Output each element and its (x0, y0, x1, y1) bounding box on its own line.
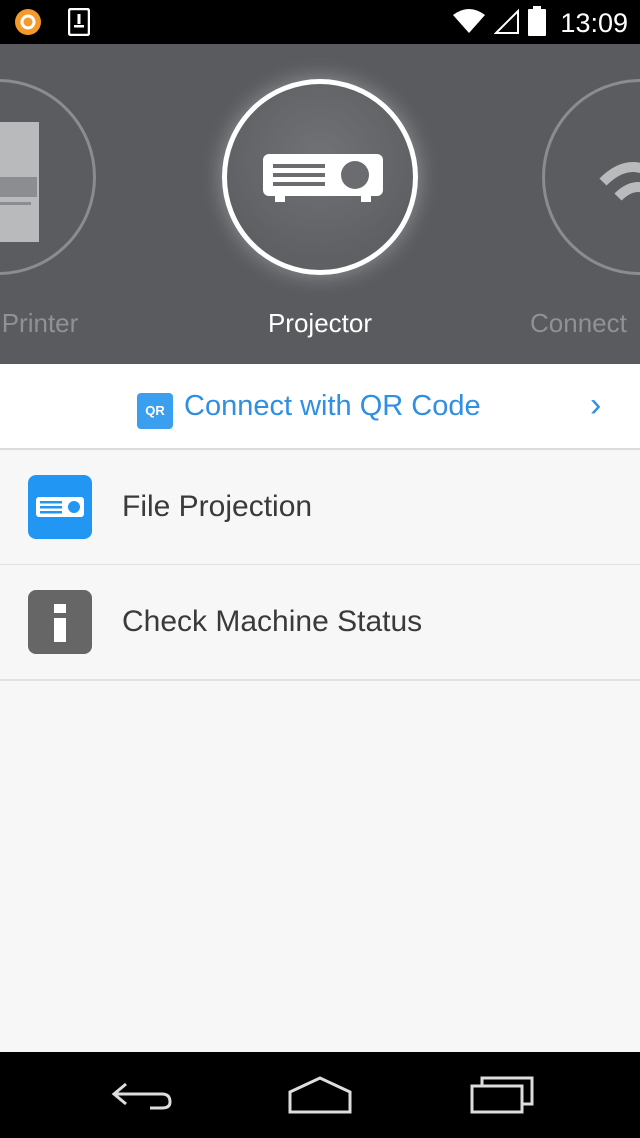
battery-icon (528, 6, 547, 41)
status-bar: 13:09 (0, 0, 640, 44)
chevron-right-icon: › (590, 386, 602, 424)
signal-icon (494, 7, 520, 40)
recent-apps-icon[interactable] (470, 1074, 534, 1119)
navigation-bar (0, 1052, 640, 1138)
printer-button[interactable] (0, 79, 96, 275)
file-projection-item[interactable]: File Projection (0, 450, 640, 566)
projector-button[interactable] (222, 79, 418, 275)
wifi-icon (452, 7, 486, 40)
check-status-label: Check Machine Status (122, 605, 423, 638)
wifi-icon (593, 142, 640, 227)
app-notification-icon (14, 8, 42, 41)
home-icon[interactable] (286, 1074, 354, 1119)
clock: 13:09 (560, 8, 628, 38)
connect-qr-button[interactable]: QR Connect with QR Code › (0, 364, 640, 450)
download-icon (67, 7, 91, 41)
projector-icon (263, 144, 383, 219)
info-icon (28, 590, 92, 654)
qr-code-icon: QR (137, 393, 173, 429)
connect-button[interactable] (542, 79, 640, 275)
device-carousel[interactable]: Printer Projector Connect (0, 44, 640, 364)
connect-qr-label: Connect with QR Code (184, 390, 481, 422)
carousel-label-connect: Connect (530, 308, 627, 338)
carousel-label-projector: Projector (267, 308, 373, 338)
back-icon[interactable] (110, 1074, 174, 1119)
file-projection-label: File Projection (122, 490, 313, 523)
printer-icon (0, 122, 39, 247)
projector-icon (28, 475, 92, 539)
check-status-item[interactable]: Check Machine Status (0, 565, 640, 681)
carousel-label-printer: Printer (1, 308, 79, 338)
